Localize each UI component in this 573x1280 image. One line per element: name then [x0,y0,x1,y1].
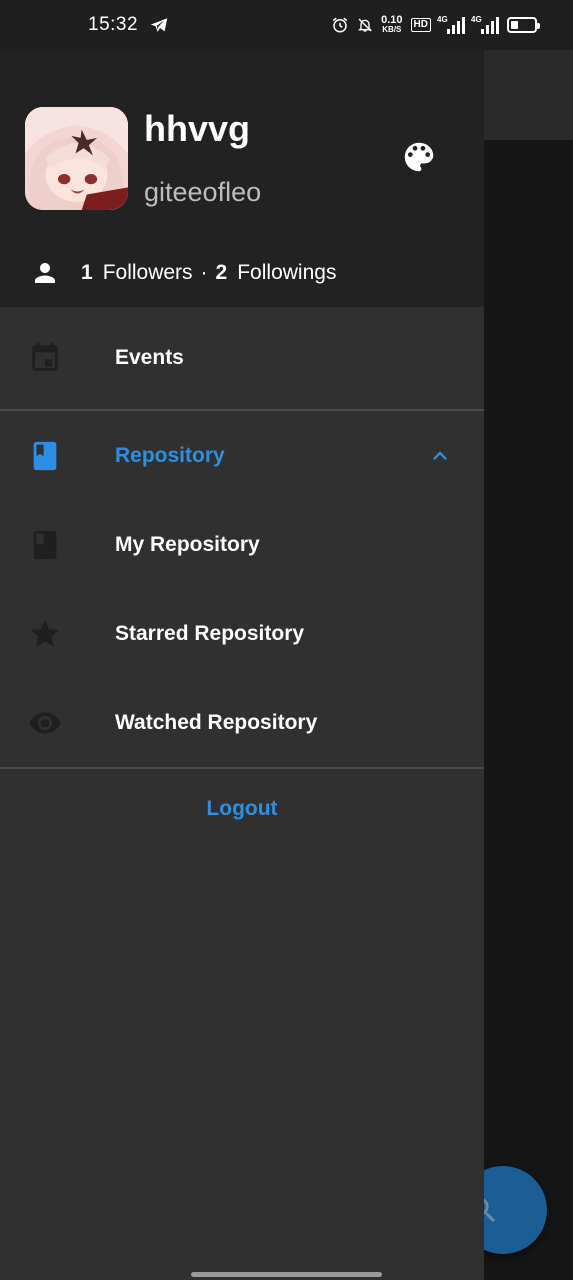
alarm-icon [332,17,348,33]
followers-label: Followers [102,261,193,284]
signal-label-2: 4G [471,15,482,24]
signal-label-1: 4G [437,15,448,24]
navigation-drawer: hhvvg giteeofleo 1 Followers · 2 Followi… [0,50,484,1280]
telegram-icon [150,18,168,32]
menu-item-watched-repository-label: Watched Repository [115,710,318,734]
followers-count: 1 [81,261,93,284]
menu-item-my-repository[interactable]: My Repository [0,500,484,589]
status-time: 15:32 [88,14,139,35]
menu-item-repository[interactable]: Repository [0,411,484,500]
menu-item-my-repository-label: My Repository [115,532,260,556]
avatar[interactable] [25,107,128,210]
menu-item-starred-repository[interactable]: Starred Repository [0,589,484,678]
network-speed: 0.10 KB/S [381,14,403,35]
bell-off-icon [358,18,373,32]
net-speed-value: 0.10 [381,14,403,26]
screen: 15:32 0.10 KB/S HD 4G 4G hhvvg giteeofle… [0,0,573,1280]
followings-count: 2 [215,261,228,284]
person-icon [35,263,55,283]
calendar-icon [32,342,58,371]
book-icon [33,441,57,470]
eye-icon [29,711,61,734]
status-bar: 15:32 0.10 KB/S HD 4G 4G [0,0,573,50]
menu-item-events[interactable]: Events [0,307,484,409]
menu-item-watched-repository[interactable]: Watched Repository [0,678,484,767]
user-name: hhvvg [144,108,251,149]
chevron-up-icon[interactable] [426,442,454,470]
menu-item-repository-label: Repository [115,443,225,467]
signal-strength-1: 4G [437,15,465,34]
battery-icon [507,17,540,33]
follow-stats[interactable]: 1 Followers · 2 Followings [30,258,336,288]
net-speed-unit: KB/S [382,25,402,34]
drawer-header: hhvvg giteeofleo 1 Followers · 2 Followi… [0,50,484,307]
followings-label: Followings [237,261,337,284]
palette-icon[interactable] [400,138,438,176]
follow-separator: · [200,261,208,284]
logout-button[interactable]: Logout [0,769,484,849]
menu-item-events-label: Events [115,346,184,369]
signal-strength-2: 4G [471,15,499,34]
menu-item-starred-repository-label: Starred Repository [115,621,305,645]
hd-badge: HD [410,18,431,32]
avatar-image [25,107,128,210]
star-icon [30,619,60,647]
home-indicator[interactable] [191,1272,382,1277]
book-icon [33,530,57,559]
user-login: giteeofleo [144,177,262,207]
